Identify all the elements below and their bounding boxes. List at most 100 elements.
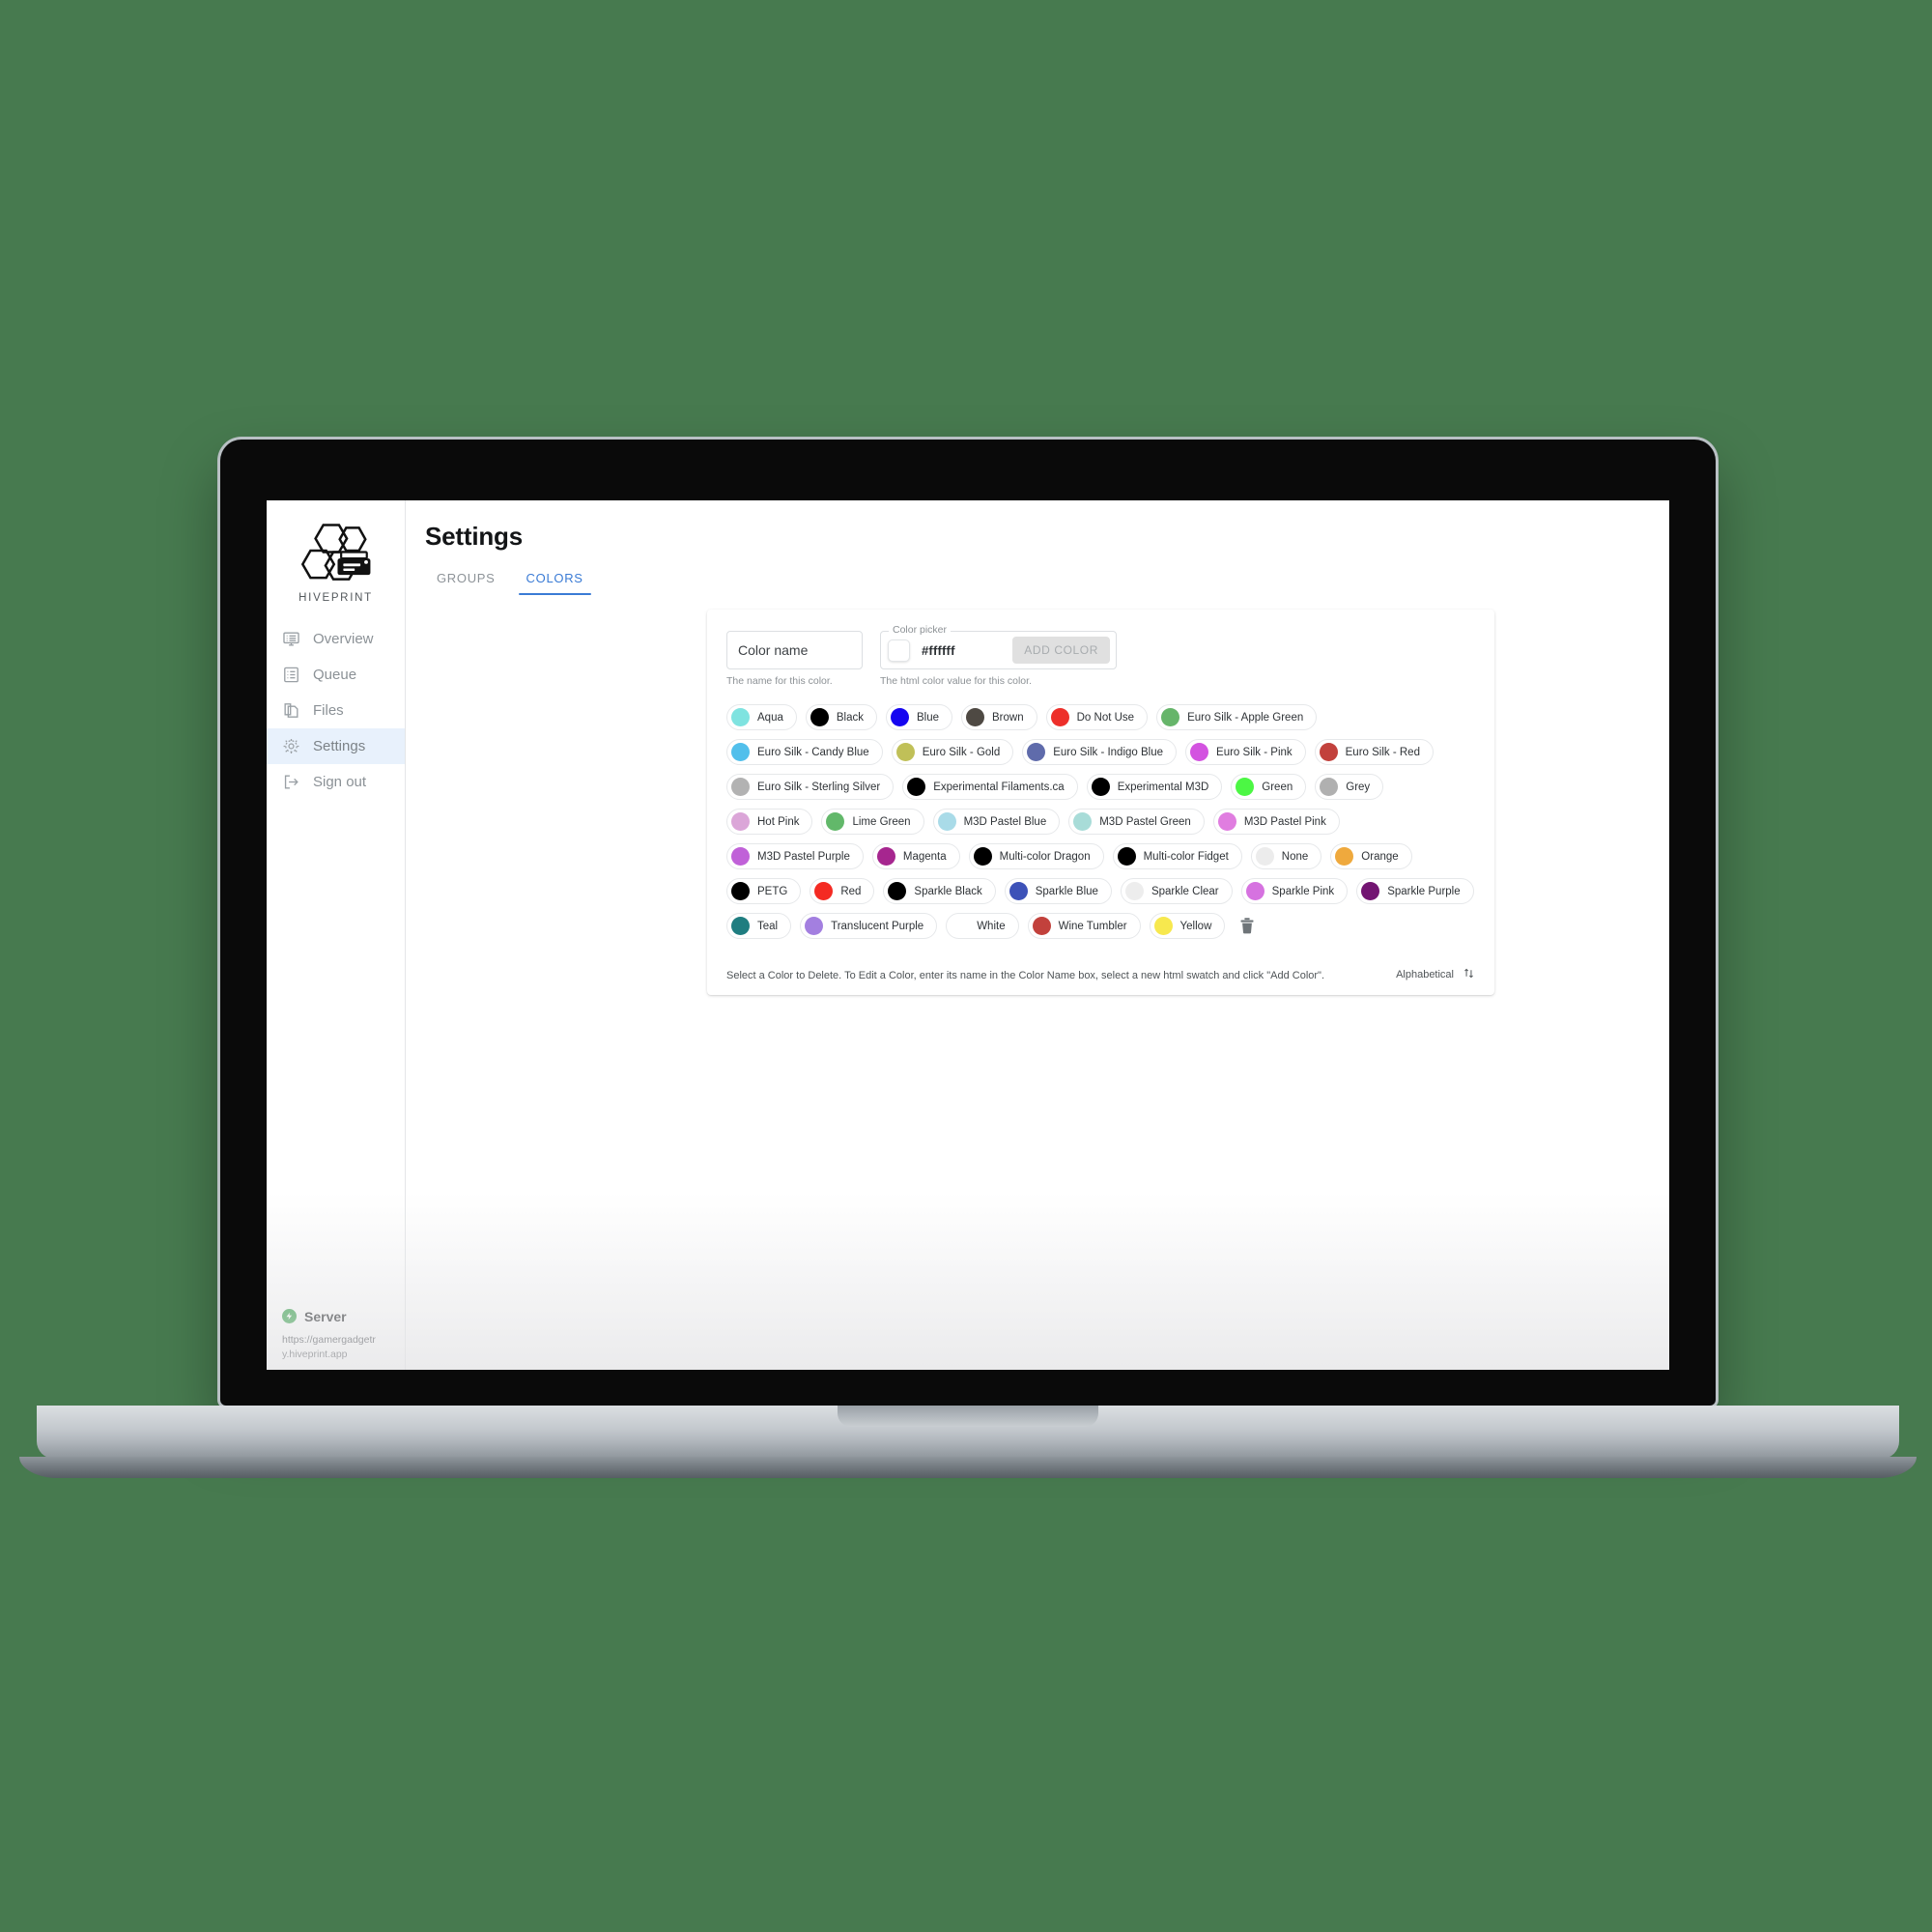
color-chip[interactable]: M3D Pastel Pink — [1212, 809, 1340, 835]
color-swatch-dot — [1319, 743, 1338, 761]
color-chip-label: Hot Pink — [757, 815, 800, 828]
color-chip[interactable]: PETG — [726, 878, 802, 904]
color-chip[interactable]: Multi-color Fidget — [1112, 843, 1242, 869]
sidebar-item-overview[interactable]: Overview — [267, 621, 405, 657]
color-chip[interactable]: Green — [1231, 774, 1307, 800]
color-chip[interactable]: Euro Silk - Red — [1314, 739, 1434, 765]
color-form: Color name The name for this color. Colo… — [726, 624, 1475, 687]
color-chip[interactable]: M3D Pastel Green — [1068, 809, 1205, 835]
hive-printer-logo-icon — [300, 524, 371, 583]
color-picker-box: #ffffff ADD COLOR — [880, 631, 1117, 669]
color-chip[interactable]: Sparkle Clear — [1120, 878, 1233, 904]
color-chip[interactable]: Euro Silk - Candy Blue — [726, 739, 883, 765]
color-chip[interactable]: Aqua — [726, 704, 797, 730]
sidebar-item-settings[interactable]: Settings — [267, 728, 405, 764]
color-chip-label: Euro Silk - Indigo Blue — [1053, 746, 1164, 758]
color-swatch-dot — [731, 708, 750, 726]
color-swatch-dot — [810, 708, 829, 726]
footer-note: Select a Color to Delete. To Edit a Colo… — [726, 970, 1325, 981]
delete-color-button[interactable] — [1234, 913, 1261, 939]
sign-out-icon — [282, 773, 300, 791]
color-chip[interactable]: Euro Silk - Indigo Blue — [1022, 739, 1178, 765]
color-chip-label: Black — [836, 711, 864, 724]
sidebar-item-label: Settings — [313, 738, 366, 754]
color-swatch-dot — [895, 743, 915, 761]
sidebar-item-label: Overview — [313, 631, 374, 647]
color-picker-wrap: Color picker #ffffff ADD COLOR — [880, 624, 1117, 669]
color-chip[interactable]: Wine Tumbler — [1027, 913, 1141, 939]
color-chip[interactable]: Brown — [961, 704, 1037, 730]
sidebar-item-queue[interactable]: Queue — [267, 657, 405, 693]
color-chip[interactable]: Hot Pink — [726, 809, 813, 835]
color-chip[interactable]: Red — [810, 878, 875, 904]
color-chip-list: Aqua Black Blue Brown Do Not Use Euro Silk - … — [726, 704, 1475, 939]
color-chip-label: Aqua — [757, 711, 783, 724]
color-chip-label: M3D Pastel Pink — [1243, 815, 1326, 828]
color-chip-label: None — [1281, 850, 1309, 863]
color-chip-label: Euro Silk - Candy Blue — [757, 746, 869, 758]
color-chip-label: Euro Silk - Apple Green — [1187, 711, 1304, 724]
color-chip[interactable]: Black — [805, 704, 877, 730]
tab-colors[interactable]: COLORS — [511, 565, 599, 595]
sidebar-item-sign-out[interactable]: Sign out — [267, 764, 405, 800]
color-chip[interactable]: Euro Silk - Pink — [1185, 739, 1306, 765]
color-hex-value[interactable]: #ffffff — [922, 643, 955, 658]
dashboard-icon — [282, 630, 300, 648]
color-chip[interactable]: Experimental Filaments.ca — [902, 774, 1078, 800]
color-chip[interactable]: Do Not Use — [1045, 704, 1149, 730]
color-chip[interactable]: Grey — [1315, 774, 1384, 800]
sort-updown-icon[interactable] — [1463, 967, 1475, 981]
color-swatch-dot — [1190, 743, 1209, 761]
color-chip-label: M3D Pastel Purple — [757, 850, 850, 863]
color-picker-legend: Color picker — [889, 624, 952, 636]
tab-groups[interactable]: GROUPS — [421, 565, 511, 595]
color-chip[interactable]: Blue — [885, 704, 953, 730]
color-chip[interactable]: Sparkle Purple — [1356, 878, 1474, 904]
color-swatch-dot — [1335, 847, 1354, 866]
color-chip[interactable]: M3D Pastel Purple — [726, 843, 864, 869]
color-chip-label: Lime Green — [852, 815, 911, 828]
color-swatch-dot — [1032, 917, 1051, 935]
app-root: HIVEPRINT Overview Queue Files Settings … — [267, 500, 1669, 1370]
color-swatch-dot — [1050, 708, 1069, 726]
add-color-button[interactable]: ADD COLOR — [1012, 637, 1110, 664]
color-chip-label: Wine Tumbler — [1058, 920, 1127, 932]
color-chip[interactable]: Sparkle Black — [883, 878, 996, 904]
color-chip[interactable]: Lime Green — [821, 809, 924, 835]
color-chip[interactable]: Magenta — [871, 843, 960, 869]
sidebar-item-label: Sign out — [313, 774, 367, 790]
color-chip[interactable]: Yellow — [1149, 913, 1226, 939]
color-chip[interactable]: Experimental M3D — [1086, 774, 1223, 800]
color-swatch-dot — [1073, 812, 1093, 831]
sidebar-item-files[interactable]: Files — [267, 693, 405, 728]
color-swatch-dot — [1027, 743, 1046, 761]
color-chip-label: Euro Silk - Red — [1345, 746, 1420, 758]
color-swatch-dot — [1161, 708, 1180, 726]
color-swatch-dot — [1153, 917, 1173, 935]
color-chip[interactable]: Translucent Purple — [800, 913, 938, 939]
color-chip[interactable]: Orange — [1330, 843, 1412, 869]
trash-icon — [1240, 918, 1254, 934]
color-swatch-dot — [1361, 882, 1380, 900]
color-chip[interactable]: Euro Silk - Gold — [891, 739, 1014, 765]
color-chip[interactable]: White — [946, 913, 1019, 939]
brand: HIVEPRINT — [267, 514, 405, 621]
color-swatch-dot — [888, 882, 907, 900]
color-chip[interactable]: M3D Pastel Blue — [932, 809, 1061, 835]
color-chip[interactable]: None — [1250, 843, 1322, 869]
color-chip[interactable]: Euro Silk - Sterling Silver — [726, 774, 895, 800]
color-swatch-dot — [907, 778, 926, 796]
color-chip-label: Magenta — [902, 850, 947, 863]
color-chip[interactable]: Teal — [726, 913, 792, 939]
gear-icon — [282, 737, 300, 755]
color-name-input[interactable]: Color name — [726, 631, 863, 669]
sort-control[interactable]: Alphabetical — [1396, 967, 1475, 981]
color-chip[interactable]: Euro Silk - Apple Green — [1156, 704, 1318, 730]
color-chip[interactable]: Sparkle Pink — [1240, 878, 1349, 904]
sidebar-item-label: Files — [313, 702, 344, 719]
color-swatch-button[interactable] — [888, 639, 910, 662]
color-chip[interactable]: Multi-color Dragon — [968, 843, 1104, 869]
sidebar-nav: Overview Queue Files Settings Sign out — [267, 621, 405, 800]
color-chip[interactable]: Sparkle Blue — [1004, 878, 1112, 904]
